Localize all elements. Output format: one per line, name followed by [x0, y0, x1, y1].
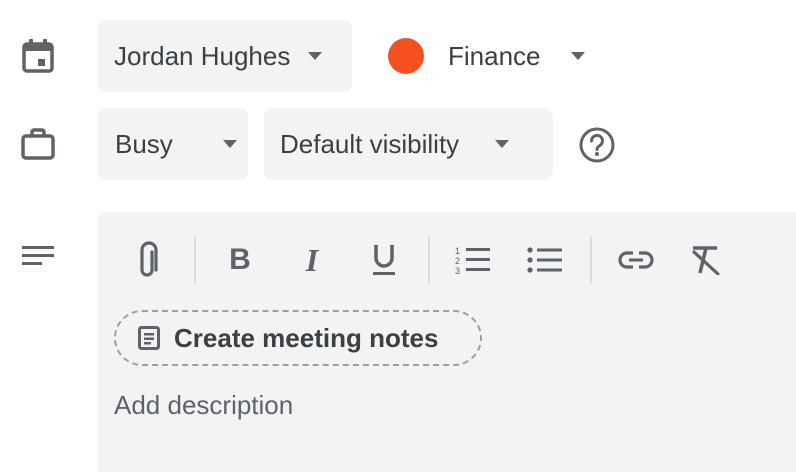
- chevron-down-icon: [308, 52, 323, 60]
- owner-name: Jordan Hughes: [114, 40, 291, 71]
- link-icon[interactable]: [612, 236, 660, 284]
- underline-icon[interactable]: [360, 236, 408, 284]
- bold-icon[interactable]: B: [216, 236, 264, 284]
- chevron-down-icon: [570, 52, 585, 60]
- calendar-name: Finance: [448, 40, 541, 71]
- toolbar-divider: [194, 236, 196, 284]
- chevron-down-icon: [495, 140, 510, 148]
- briefcase-icon: [20, 126, 56, 162]
- availability-value: Busy: [115, 128, 173, 159]
- visibility-dropdown[interactable]: Default visibility: [264, 108, 553, 180]
- create-meeting-notes-button[interactable]: Create meeting notes: [114, 310, 482, 366]
- notes-document-icon: [138, 326, 160, 350]
- create-meeting-notes-label: Create meeting notes: [174, 322, 439, 353]
- numbered-list-icon[interactable]: 1 2 3: [449, 236, 497, 284]
- svg-text:2: 2: [455, 256, 460, 266]
- visibility-value: Default visibility: [280, 128, 460, 159]
- toolbar-divider: [428, 236, 430, 284]
- description-placeholder[interactable]: Add description: [114, 390, 293, 421]
- chevron-down-icon: [222, 140, 237, 148]
- availability-dropdown[interactable]: Busy: [98, 108, 248, 180]
- bulleted-list-icon[interactable]: [521, 236, 569, 284]
- description-icon: [20, 238, 56, 274]
- calendar-icon: [20, 38, 56, 74]
- svg-text:1: 1: [455, 246, 460, 256]
- toolbar-divider: [590, 236, 592, 284]
- clear-formatting-icon[interactable]: [682, 236, 730, 284]
- italic-icon[interactable]: I: [288, 236, 336, 284]
- calendar-color-dot: [388, 38, 424, 74]
- help-icon[interactable]: [578, 126, 616, 164]
- owner-dropdown[interactable]: Jordan Hughes: [98, 20, 352, 92]
- attach-icon[interactable]: [125, 236, 173, 284]
- svg-text:3: 3: [455, 266, 460, 275]
- calendar-selector[interactable]: Finance: [388, 20, 608, 92]
